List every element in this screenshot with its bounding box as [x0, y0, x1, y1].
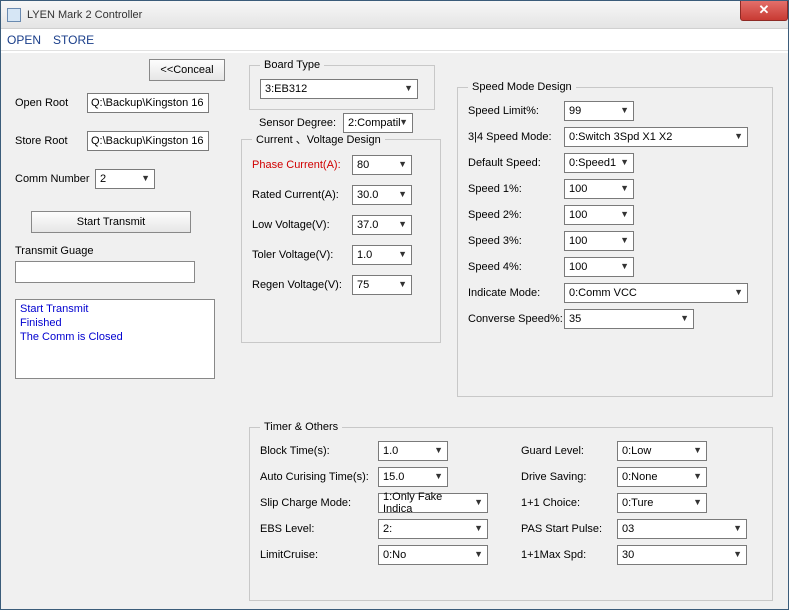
speed3-select[interactable]: 100	[564, 231, 634, 251]
low-voltage-label: Low Voltage(V):	[252, 219, 352, 231]
sensor-degree-select[interactable]: 2:Compatil	[343, 113, 413, 133]
speed-34mode-select[interactable]: 0:Switch 3Spd X1 X2	[564, 127, 748, 147]
slip-charge-label: Slip Charge Mode:	[260, 497, 378, 509]
speed2-label: Speed 2%:	[468, 209, 564, 221]
speed2-select[interactable]: 100	[564, 205, 634, 225]
auto-cruise-label: Auto Curising Time(s):	[260, 471, 378, 483]
speed3-label: Speed 3%:	[468, 235, 564, 247]
store-root-input[interactable]	[87, 131, 209, 151]
app-icon	[7, 8, 21, 22]
guard-level-select[interactable]: 0:Low	[617, 441, 707, 461]
current-voltage-group: Current 、Voltage Design Phase Current(A)…	[241, 131, 441, 343]
board-type-select[interactable]: 3:EB312	[260, 79, 418, 99]
drive-saving-label: Drive Saving:	[521, 471, 617, 483]
speed1-label: Speed 1%:	[468, 183, 564, 195]
speed1-select[interactable]: 100	[564, 179, 634, 199]
regen-voltage-label: Regen Voltage(V):	[252, 279, 352, 291]
open-root-input[interactable]	[87, 93, 209, 113]
block-time-label: Block Time(s):	[260, 445, 378, 457]
choice-select[interactable]: 0:Ture	[617, 493, 707, 513]
ebs-level-label: EBS Level:	[260, 523, 378, 535]
limit-cruise-select[interactable]: 0:No	[378, 545, 488, 565]
drive-saving-select[interactable]: 0:None	[617, 467, 707, 487]
speed-mode-group: Speed Mode Design Speed Limit%:99 3|4 Sp…	[457, 81, 773, 397]
auto-cruise-select[interactable]: 15.0	[378, 467, 448, 487]
default-speed-select[interactable]: 0:Speed1	[564, 153, 634, 173]
rated-current-select[interactable]: 30.0	[352, 185, 412, 205]
pas-pulse-select[interactable]: 03	[617, 519, 747, 539]
content-area: <<Conceal Open Root Store Root Comm Numb…	[1, 53, 788, 609]
close-button[interactable]: ✕	[740, 1, 788, 21]
window-title: LYEN Mark 2 Controller	[27, 9, 142, 21]
conceal-button[interactable]: <<Conceal	[149, 59, 225, 81]
maxspd-select[interactable]: 30	[617, 545, 747, 565]
timer-others-legend: Timer & Others	[260, 421, 342, 433]
speed-mode-legend: Speed Mode Design	[468, 81, 576, 93]
indicate-mode-select[interactable]: 0:Comm VCC	[564, 283, 748, 303]
speed-limit-select[interactable]: 99	[564, 101, 634, 121]
app-window: LYEN Mark 2 Controller ✕ OPEN STORE <<Co…	[0, 0, 789, 610]
maxspd-label: 1+1Max Spd:	[521, 549, 617, 561]
comm-number-select[interactable]: 2	[95, 169, 155, 189]
board-type-group: Board Type 3:EB312	[249, 59, 435, 110]
rated-current-label: Rated Current(A):	[252, 189, 352, 201]
slip-charge-select[interactable]: 1:Only Fake Indica	[378, 493, 488, 513]
log-box: Start Transmit Finished The Comm is Clos…	[15, 299, 215, 379]
converse-speed-label: Converse Speed%:	[468, 313, 564, 325]
menu-store[interactable]: STORE	[53, 33, 94, 47]
speed4-label: Speed 4%:	[468, 261, 564, 273]
board-type-legend: Board Type	[260, 59, 324, 71]
toler-voltage-select[interactable]: 1.0	[352, 245, 412, 265]
transmit-guage-box	[15, 261, 195, 283]
pas-pulse-label: PAS Start Pulse:	[521, 523, 617, 535]
default-speed-label: Default Speed:	[468, 157, 564, 169]
guard-level-label: Guard Level:	[521, 445, 617, 457]
speed4-select[interactable]: 100	[564, 257, 634, 277]
menu-open[interactable]: OPEN	[7, 33, 41, 47]
speed-limit-label: Speed Limit%:	[468, 105, 564, 117]
sensor-degree-label: Sensor Degree:	[259, 117, 343, 129]
toler-voltage-label: Toler Voltage(V):	[252, 249, 352, 261]
ebs-level-select[interactable]: 2:	[378, 519, 488, 539]
phase-current-select[interactable]: 80	[352, 155, 412, 175]
left-panel: <<Conceal Open Root Store Root Comm Numb…	[15, 59, 225, 479]
choice-label: 1+1 Choice:	[521, 497, 617, 509]
regen-voltage-select[interactable]: 75	[352, 275, 412, 295]
block-time-select[interactable]: 1.0	[378, 441, 448, 461]
start-transmit-button[interactable]: Start Transmit	[31, 211, 191, 233]
open-root-label: Open Root	[15, 97, 87, 109]
menubar: OPEN STORE	[1, 29, 788, 51]
limit-cruise-label: LimitCruise:	[260, 549, 378, 561]
current-voltage-legend: Current 、Voltage Design	[252, 131, 385, 147]
titlebar: LYEN Mark 2 Controller ✕	[1, 1, 788, 29]
phase-current-label: Phase Current(A):	[252, 159, 352, 171]
store-root-label: Store Root	[15, 135, 87, 147]
timer-others-group: Timer & Others Block Time(s):1.0 Auto Cu…	[249, 421, 773, 601]
transmit-guage-label: Transmit Guage	[15, 245, 93, 257]
low-voltage-select[interactable]: 37.0	[352, 215, 412, 235]
speed-34mode-label: 3|4 Speed Mode:	[468, 131, 564, 143]
converse-speed-select[interactable]: 35	[564, 309, 694, 329]
indicate-mode-label: Indicate Mode:	[468, 287, 564, 299]
comm-number-label: Comm Number	[15, 173, 95, 185]
